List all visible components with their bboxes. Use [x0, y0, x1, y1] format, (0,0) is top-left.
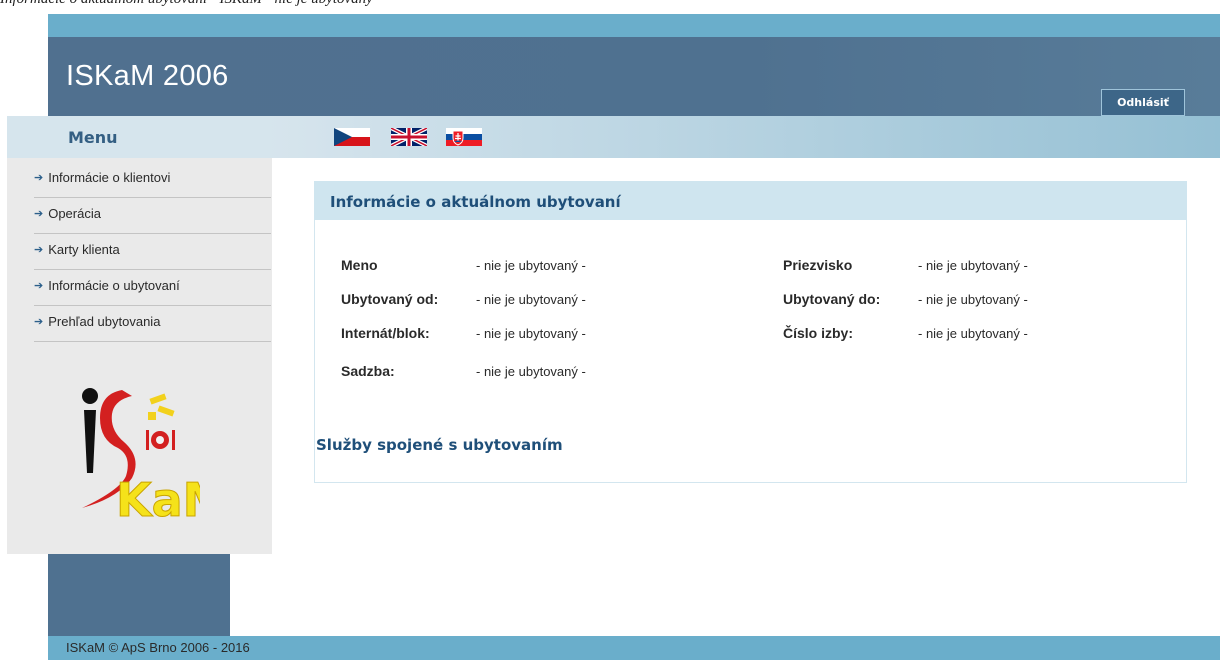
field-label-to: Ubytovaný do: [783, 291, 881, 307]
menu-item-label: Prehľad ubytovania [48, 314, 161, 329]
left-column-bottom [48, 554, 230, 636]
menu-item-label: Informácie o ubytovaní [48, 278, 180, 293]
menu-item-label: Informácie o klientovi [48, 170, 171, 185]
menu-header [7, 116, 272, 158]
field-label-dormitory: Internát/blok: [341, 325, 430, 341]
arrow-right-icon: ➔ [34, 316, 44, 328]
field-value-first-name: - nie je ubytovaný - [476, 258, 586, 273]
arrow-right-icon: ➔ [34, 244, 44, 256]
field-label-last-name: Priezvisko [783, 257, 853, 273]
sk-flag-icon[interactable] [446, 128, 482, 146]
menu-item-accommodation-info[interactable]: ➔ Informácie o ubytovaní [34, 270, 271, 306]
field-label-rate: Sadzba: [341, 363, 395, 379]
field-label-first-name: Meno [341, 257, 378, 273]
arrow-right-icon: ➔ [34, 208, 44, 220]
cz-flag-icon[interactable] [334, 128, 370, 146]
field-value-dormitory: - nie je ubytovaný - [476, 326, 586, 341]
page-caption: Informácie o aktuálnom ubytovaní - ISKaM… [0, 0, 1220, 8]
footer-text: ISKaM © ApS Brno 2006 - 2016 [66, 640, 250, 655]
logout-button[interactable]: Odhlásiť [1101, 89, 1185, 116]
field-value-to: - nie je ubytovaný - [918, 292, 1028, 307]
menu-list: ➔ Informácie o klientovi ➔ Operácia ➔ Ka… [34, 162, 271, 342]
field-value-rate: - nie je ubytovaný - [476, 364, 586, 379]
field-value-from: - nie je ubytovaný - [476, 292, 586, 307]
menu-item-client-info[interactable]: ➔ Informácie o klientovi [34, 162, 271, 198]
arrow-right-icon: ➔ [34, 280, 44, 292]
arrow-right-icon: ➔ [34, 172, 44, 184]
gb-flag-icon[interactable] [391, 128, 427, 146]
field-value-room-number: - nie je ubytovaný - [918, 326, 1028, 341]
services-link[interactable]: Služby spojené s ubytovaním [316, 436, 563, 454]
app-title: ISKaM 2006 [66, 60, 229, 92]
field-label-from: Ubytovaný od: [341, 291, 439, 307]
field-value-last-name: - nie je ubytovaný - [918, 258, 1028, 273]
menu-item-operation[interactable]: ➔ Operácia [34, 198, 271, 234]
iskam-logo: KaM [82, 388, 200, 528]
accommodation-title: Informácie o aktuálnom ubytovaní [330, 193, 621, 211]
menu-item-label: Operácia [48, 206, 101, 221]
top-strip [48, 14, 1220, 37]
menu-item-label: Karty klienta [48, 242, 120, 257]
field-label-room-number: Číslo izby: [783, 325, 854, 341]
svg-text:KaM: KaM [116, 473, 200, 527]
menu-item-client-cards[interactable]: ➔ Karty klienta [34, 234, 271, 270]
menu-title: Menu [68, 128, 118, 147]
menu-item-accommodation-overview[interactable]: ➔ Prehľad ubytovania [34, 306, 271, 342]
